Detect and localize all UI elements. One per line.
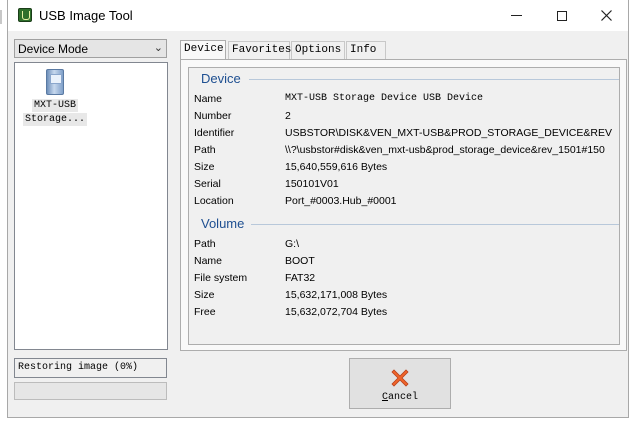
usb-drive-icon [46, 69, 64, 95]
volume-path-label: Path [194, 238, 216, 250]
device-number-label: Number [194, 110, 232, 122]
cancel-x-icon [391, 369, 409, 387]
device-size-value: 15,640,559,616 Bytes [285, 161, 388, 173]
device-location-label: Location [194, 195, 234, 207]
device-tab-panel: Device Name MXT-USB Storage Device USB D… [180, 59, 627, 351]
device-serial-label: Serial [194, 178, 221, 190]
close-button[interactable] [584, 0, 629, 31]
device-list-item[interactable]: MXT-USB Storage... [20, 68, 90, 126]
title-bar[interactable]: USB Image Tool [8, 0, 628, 31]
tab-options[interactable]: Options [291, 41, 345, 59]
device-label-line1: MXT-USB [31, 99, 78, 112]
device-path-value: \\?\usbstor#disk&ven_mxt-usb&prod_storag… [285, 144, 605, 156]
volume-name-label: Name [194, 255, 223, 267]
device-section-divider [249, 79, 619, 80]
progress-bar [14, 382, 167, 400]
device-location-value: Port_#0003.Hub_#0001 [285, 195, 397, 207]
device-name-label: Name [194, 93, 223, 105]
device-properties-box: Device Name MXT-USB Storage Device USB D… [188, 67, 620, 345]
minimize-icon [511, 15, 522, 16]
cancel-button[interactable]: Cancel [349, 358, 451, 409]
device-name-value: MXT-USB Storage Device USB Device [285, 93, 484, 104]
tab-device[interactable]: Device [180, 40, 226, 60]
tab-favorites[interactable]: Favorites [228, 41, 291, 59]
maximize-button[interactable] [539, 0, 584, 31]
volume-size-label: Size [194, 289, 215, 301]
chevron-down-icon: ⌄ [153, 41, 163, 54]
device-identifier-value: USBSTOR\DISK&VEN_MXT-USB&PROD_STORAGE_DE… [285, 127, 612, 139]
volume-path-value: G:\ [285, 238, 300, 250]
cancel-button-label: Cancel [381, 392, 419, 403]
background-desktop-edge [629, 0, 636, 425]
window-title: USB Image Tool [39, 8, 133, 23]
device-label-line2: Storage... [22, 113, 87, 126]
usb-image-tool-window: USB Image Tool Device Mode ⌄ MXT-USB Sto… [7, 0, 629, 418]
volume-free-value: 15,632,072,704 Bytes [285, 306, 388, 318]
background-window-edge [0, 10, 3, 24]
device-number-value: 2 [285, 110, 291, 122]
close-icon [601, 10, 612, 21]
minimize-button[interactable] [494, 0, 539, 31]
volume-filesystem-value: FAT32 [285, 272, 316, 284]
status-text: Restoring image (0%) [14, 358, 167, 378]
device-identifier-label: Identifier [194, 127, 235, 139]
maximize-icon [556, 10, 567, 21]
device-serial-value: 150101V01 [285, 178, 339, 190]
volume-section-divider [251, 224, 619, 225]
device-section-title: Device [201, 71, 241, 86]
usb-app-icon [18, 8, 32, 22]
tab-info[interactable]: Info [346, 41, 386, 59]
volume-filesystem-label: File system [194, 272, 248, 284]
volume-name-value: BOOT [285, 255, 315, 267]
device-list[interactable]: MXT-USB Storage... [14, 62, 168, 350]
volume-section-title: Volume [201, 216, 245, 231]
volume-size-value: 15,632,171,008 Bytes [285, 289, 388, 301]
device-size-label: Size [194, 161, 215, 173]
volume-free-label: Free [194, 306, 216, 318]
device-path-label: Path [194, 144, 216, 156]
mode-select-value: Device Mode [18, 42, 89, 56]
mode-select[interactable]: Device Mode ⌄ [14, 39, 167, 58]
